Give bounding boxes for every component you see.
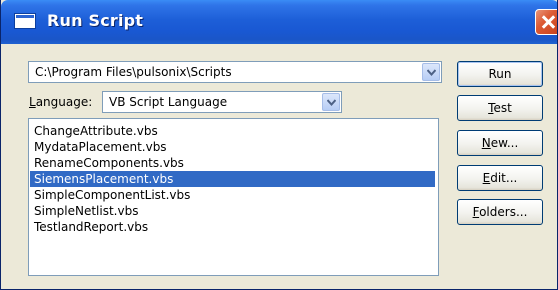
edit-button[interactable]: Edit... <box>457 165 543 191</box>
language-value: VB Script Language <box>109 95 228 109</box>
run-script-dialog: Run Script C:\Program Files\pulsonix\Scr… <box>0 0 558 290</box>
list-item[interactable]: RenameComponents.vbs <box>30 155 435 171</box>
chevron-down-icon[interactable] <box>322 93 340 111</box>
new-button[interactable]: New... <box>457 130 543 156</box>
close-button[interactable] <box>535 9 557 35</box>
run-button[interactable]: Run <box>457 61 543 87</box>
list-item[interactable]: SimpleNetlist.vbs <box>30 203 435 219</box>
app-window-icon <box>14 13 36 29</box>
folders-button[interactable]: Folders... <box>457 199 543 225</box>
language-label: Language: <box>29 95 93 109</box>
scripts-listbox[interactable]: ChangeAttribute.vbs MydataPlacement.vbs … <box>28 118 439 276</box>
dialog-title: Run Script <box>47 11 144 30</box>
list-item[interactable]: TestlandReport.vbs <box>30 219 435 235</box>
list-item[interactable]: ChangeAttribute.vbs <box>30 123 435 139</box>
list-item[interactable]: MydataPlacement.vbs <box>30 139 435 155</box>
list-item-selected[interactable]: SiemensPlacement.vbs <box>30 171 435 187</box>
language-select[interactable]: VB Script Language <box>102 91 342 113</box>
test-button[interactable]: Test <box>457 95 543 121</box>
title-bar[interactable]: Run Script <box>1 0 557 44</box>
scripts-path-value: C:\Program Files\pulsonix\Scripts <box>35 65 232 79</box>
chevron-down-icon[interactable] <box>422 63 440 81</box>
list-item[interactable]: SimpleComponentList.vbs <box>30 187 435 203</box>
scripts-path-combo[interactable]: C:\Program Files\pulsonix\Scripts <box>28 61 442 83</box>
